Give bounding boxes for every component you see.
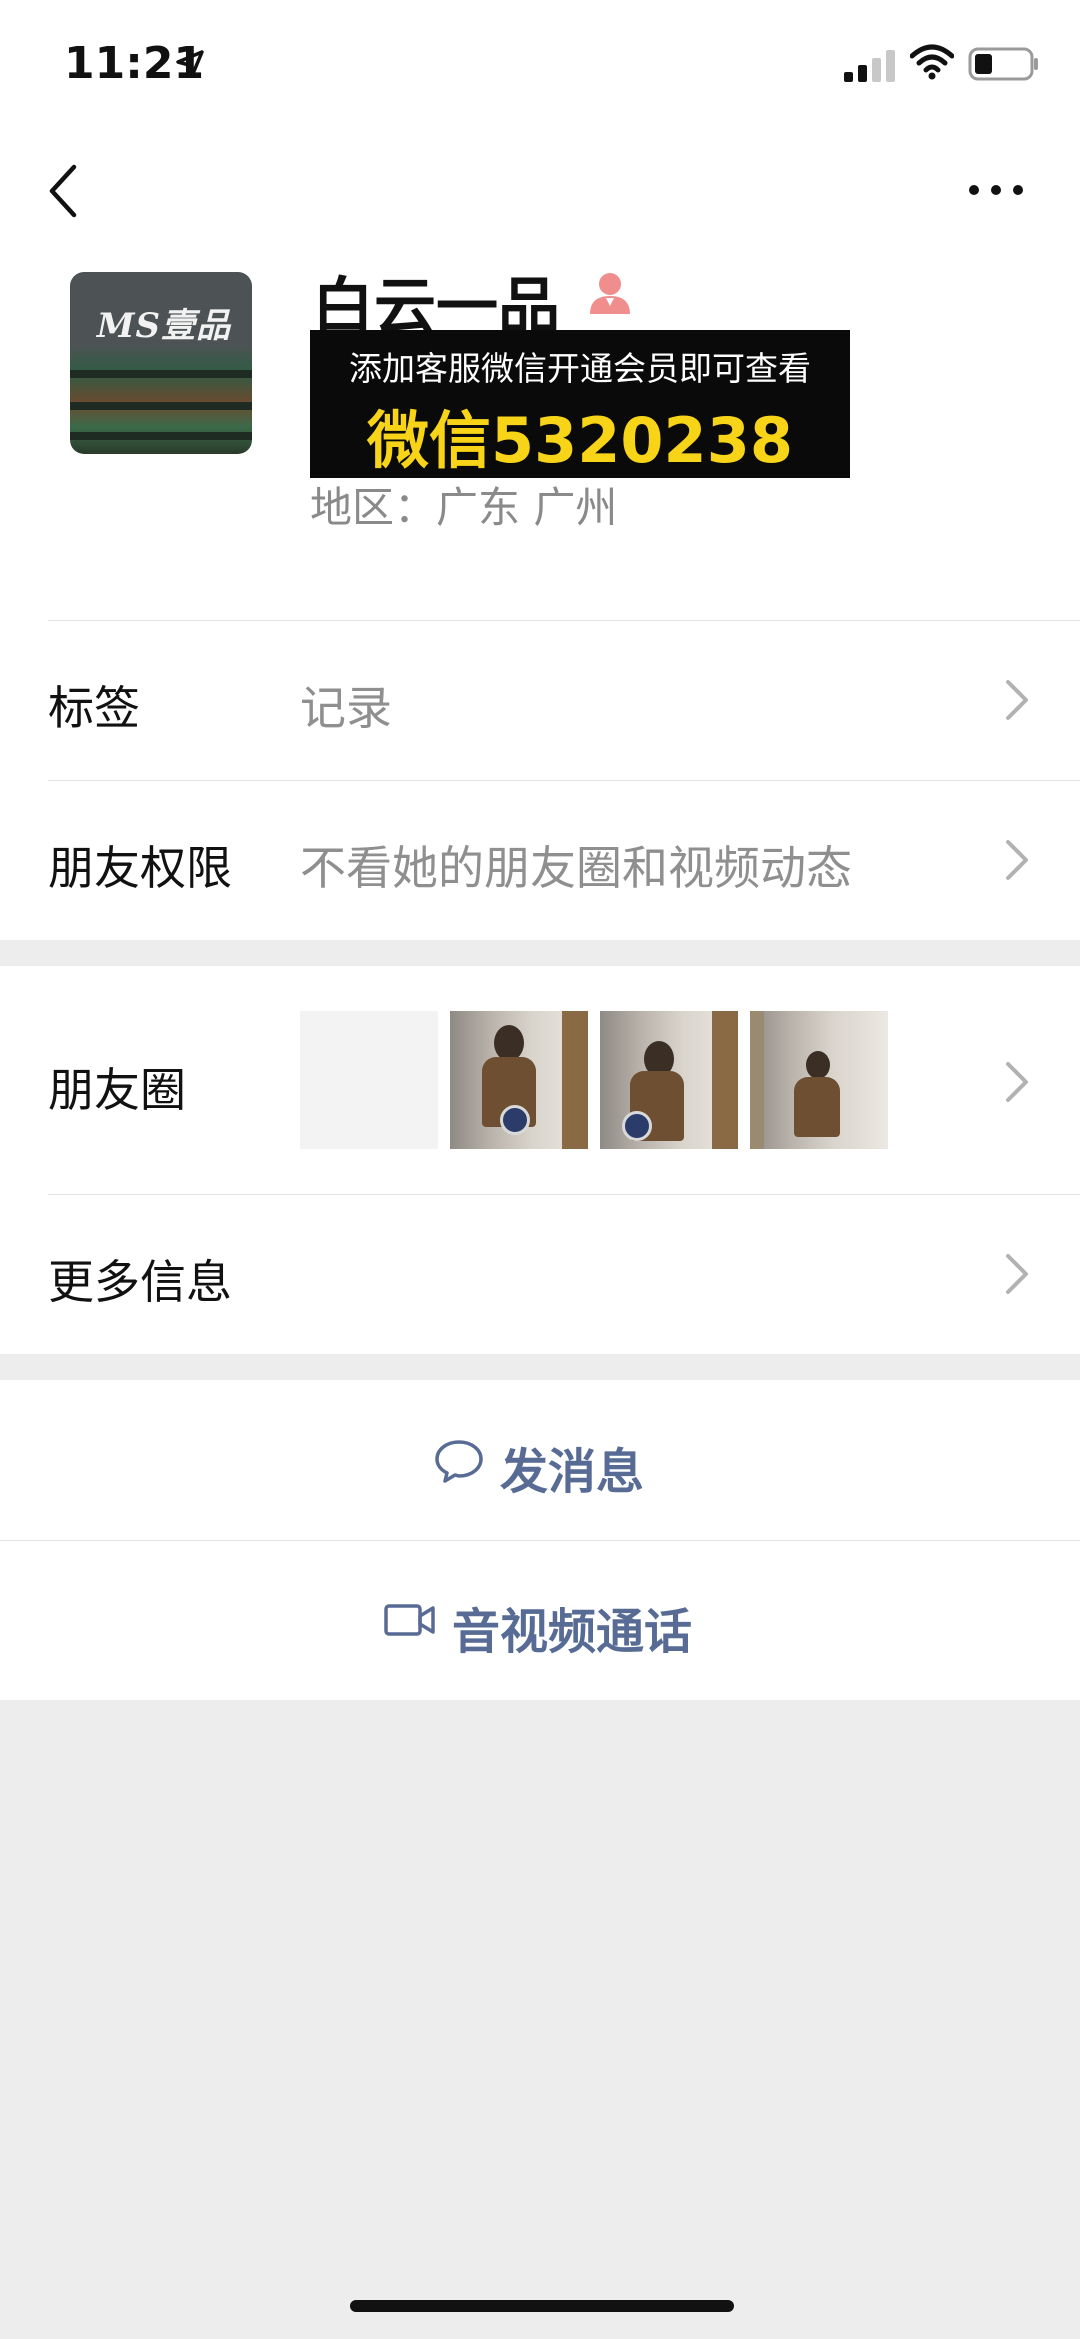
permissions-value: 不看她的朋友圈和视频动态 bbox=[300, 841, 852, 895]
back-button[interactable] bbox=[40, 155, 90, 225]
moments-label: 朋友圈 bbox=[48, 1063, 186, 1117]
chevron-right-icon bbox=[1006, 1062, 1028, 1102]
chat-bubble-icon bbox=[435, 1440, 483, 1483]
more-info-label: 更多信息 bbox=[48, 1255, 232, 1309]
more-options-button[interactable] bbox=[966, 170, 1026, 210]
chevron-right-icon bbox=[1006, 840, 1028, 880]
cellular-signal-icon bbox=[844, 50, 895, 82]
promo-text: 添加客服微信开通会员即可查看 bbox=[349, 349, 811, 388]
promo-wechat-id: 微信5320238 bbox=[367, 404, 793, 477]
send-message-label: 发消息 bbox=[500, 1444, 645, 1500]
tags-value: 记录 bbox=[300, 681, 392, 735]
status-bar: 11:21 bbox=[0, 0, 1080, 130]
permissions-label: 朋友权限 bbox=[48, 841, 232, 895]
info-section: 标签 记录 朋友权限 不看她的朋友圈和视频动态 bbox=[0, 620, 1080, 940]
tags-row[interactable]: 标签 记录 bbox=[0, 620, 1080, 780]
battery-icon bbox=[968, 47, 1038, 81]
tags-label: 标签 bbox=[48, 681, 140, 735]
permissions-row[interactable]: 朋友权限 不看她的朋友圈和视频动态 bbox=[0, 780, 1080, 940]
moments-thumbnail bbox=[300, 1011, 438, 1149]
video-call-label: 音视频通话 bbox=[452, 1604, 693, 1660]
moments-thumbnail bbox=[750, 1011, 888, 1149]
avatar[interactable]: MS壹品 bbox=[70, 272, 252, 454]
chevron-right-icon bbox=[1006, 680, 1028, 720]
moments-thumbnail bbox=[600, 1011, 738, 1149]
wifi-icon bbox=[910, 44, 954, 80]
location-arrow-icon bbox=[176, 50, 204, 78]
actions-section: 发消息 音视频通话 bbox=[0, 1380, 1080, 1700]
video-camera-icon bbox=[384, 1604, 435, 1636]
avatar-sign-text: MS壹品 bbox=[96, 306, 232, 346]
more-info-row[interactable]: 更多信息 bbox=[0, 1194, 1080, 1354]
send-message-button[interactable]: 发消息 bbox=[0, 1380, 1080, 1540]
female-person-icon bbox=[590, 273, 630, 314]
video-call-button[interactable]: 音视频通话 bbox=[0, 1540, 1080, 1700]
region-text: 地区：广东 广州 bbox=[310, 483, 618, 532]
promo-banner: 添加客服微信开通会员即可查看 微信5320238 bbox=[310, 330, 850, 478]
chevron-right-icon bbox=[1006, 1254, 1028, 1294]
home-indicator bbox=[350, 2300, 734, 2312]
moments-thumbnail bbox=[450, 1011, 588, 1149]
